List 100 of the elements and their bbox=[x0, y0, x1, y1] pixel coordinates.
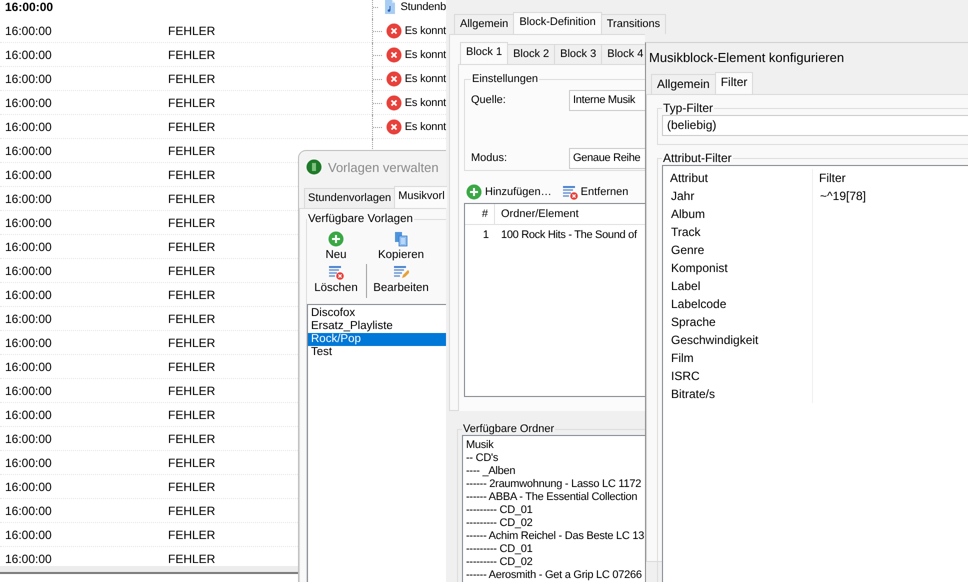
column-header[interactable]: # bbox=[465, 204, 495, 224]
status-cell: FEHLER bbox=[168, 144, 216, 158]
table-cell: Film bbox=[663, 349, 813, 367]
time-cell-text: 16:00:00 bbox=[4, 360, 52, 374]
table-cell: Label bbox=[663, 277, 813, 295]
table-cell-text: 1 bbox=[482, 229, 490, 241]
toolbar-button[interactable]: Löschen bbox=[314, 264, 358, 298]
time-cell-text: 16:00:00 bbox=[4, 552, 52, 566]
time-cell-text: 16:00:00 bbox=[4, 0, 54, 14]
time-cell-text: 16:00:00 bbox=[4, 336, 52, 350]
list-delete-icon bbox=[328, 264, 344, 280]
table-cell: Geschwindigkeit bbox=[663, 331, 813, 349]
plus-icon bbox=[328, 231, 344, 247]
error-icon bbox=[386, 95, 402, 111]
time-cell-text: 16:00:00 bbox=[4, 312, 52, 326]
dropdown[interactable]: (beliebig) bbox=[662, 115, 968, 136]
time-cell-text: 16:00:00 bbox=[4, 216, 52, 230]
list-item[interactable]: Test bbox=[308, 346, 447, 359]
tab[interactable]: Block 3 bbox=[554, 44, 602, 64]
list-item[interactable]: ------ 2raumwohnung - Lasso LC 1172 bbox=[466, 478, 645, 491]
list-item[interactable]: Ersatz_Playliste bbox=[308, 320, 447, 333]
list-item[interactable]: --------- CD_02 bbox=[466, 556, 645, 569]
list-item[interactable]: ------ Aerosmith - Get a Grip LC 07266 bbox=[466, 569, 645, 582]
time-cell-text: 16:00:00 bbox=[4, 24, 52, 38]
toolbar-button[interactable]: Neu bbox=[325, 231, 347, 262]
time-cell-text: 16:00:00 bbox=[4, 288, 52, 302]
time-cell-text: 16:00:00 bbox=[4, 144, 52, 158]
group-title: Verfügbare Ordner bbox=[462, 423, 556, 435]
status-cell: FEHLER bbox=[168, 96, 216, 110]
status-cell: FEHLER bbox=[168, 336, 216, 350]
list-item[interactable]: Rock/Pop bbox=[308, 333, 447, 346]
status-cell: FEHLER bbox=[168, 384, 216, 398]
list-item[interactable]: --------- CD_01 bbox=[466, 504, 645, 517]
tab[interactable]: Filter bbox=[714, 72, 754, 94]
table-cell: Sprache bbox=[663, 313, 813, 331]
plus-icon bbox=[466, 184, 482, 200]
time-cell-text: 16:00:00 bbox=[4, 168, 52, 182]
status-cell: FEHLER bbox=[168, 432, 216, 446]
tab[interactable]: Allgemein bbox=[651, 74, 716, 94]
tab[interactable]: Block 4 bbox=[601, 44, 645, 64]
list-item[interactable]: --------- CD_01 bbox=[466, 543, 645, 556]
tab[interactable]: Transitions bbox=[600, 14, 666, 34]
time-cell-text: 16:00:00 bbox=[4, 264, 52, 278]
dropdown[interactable]: Genaue Reihe bbox=[569, 148, 645, 168]
toolbar-button[interactable]: Kopieren bbox=[378, 231, 424, 262]
error-icon bbox=[386, 47, 402, 63]
list-item[interactable]: Musik bbox=[466, 439, 645, 452]
group-title: Attribut-Filter bbox=[662, 151, 733, 165]
message-text: Es konnt bbox=[404, 25, 446, 37]
window-title: Musikblock-Element konfigurieren bbox=[649, 50, 844, 65]
toolbar-button[interactable]: Entfernen bbox=[560, 183, 630, 201]
status-cell: FEHLER bbox=[168, 120, 216, 134]
status-cell: FEHLER bbox=[168, 504, 216, 518]
status-cell: FEHLER bbox=[168, 408, 216, 422]
time-cell-text: 16:00:00 bbox=[4, 72, 52, 86]
error-icon bbox=[386, 23, 402, 39]
status-cell: FEHLER bbox=[168, 360, 216, 374]
list-edit-icon bbox=[393, 264, 409, 280]
tab[interactable]: Block 2 bbox=[507, 44, 556, 64]
message-text: Es konnt bbox=[404, 49, 446, 61]
list-item[interactable]: -- CD's bbox=[466, 452, 645, 465]
column-header[interactable]: Filter bbox=[813, 169, 968, 187]
column-header[interactable]: Ordner/Element bbox=[495, 208, 645, 220]
time-cell-text: 16:00:00 bbox=[4, 432, 52, 446]
table-cell: Bitrate/s bbox=[663, 385, 813, 403]
field-label: Modus: bbox=[471, 152, 508, 164]
tab[interactable]: Allgemein bbox=[454, 14, 514, 34]
list-delete-icon bbox=[562, 184, 578, 200]
message-text: Es konnt bbox=[404, 121, 446, 133]
table-cell: Labelcode bbox=[663, 295, 813, 313]
toolbar-button[interactable]: Hinzufügen… bbox=[464, 183, 554, 201]
status-cell: FEHLER bbox=[168, 192, 216, 206]
table-cell-text: ~^19[78] bbox=[819, 188, 868, 205]
status-cell: FEHLER bbox=[168, 72, 216, 86]
tab[interactable]: Musikvorl bbox=[394, 186, 447, 208]
toolbar-button[interactable]: Bearbeiten bbox=[373, 264, 429, 298]
tab[interactable]: Block 1 bbox=[460, 42, 508, 64]
status-cell: FEHLER bbox=[168, 168, 216, 182]
list-item[interactable]: --------- CD_02 bbox=[466, 517, 645, 530]
list-item[interactable]: ------ ABBA - The Essential Collection bbox=[466, 491, 645, 504]
table-cell: Track bbox=[663, 223, 813, 241]
status-cell: FEHLER bbox=[168, 312, 216, 326]
list-item[interactable]: ---- _Alben bbox=[466, 465, 645, 478]
table-cell: Komponist bbox=[663, 259, 813, 277]
copy-icon bbox=[392, 231, 409, 247]
time-cell-text: 16:00:00 bbox=[4, 528, 52, 542]
tab[interactable]: Stundenvorlagen bbox=[304, 188, 396, 208]
window-title: Vorlagen verwalten bbox=[328, 160, 439, 174]
status-cell: FEHLER bbox=[168, 24, 216, 38]
list-item[interactable]: Discofox bbox=[308, 307, 447, 320]
time-cell-text: 16:00:00 bbox=[4, 384, 52, 398]
status-cell: FEHLER bbox=[168, 240, 216, 254]
status-cell: FEHLER bbox=[168, 288, 216, 302]
dropdown[interactable]: Interne Musik bbox=[569, 90, 645, 110]
list-item[interactable]: ------ Achim Reichel - Das Beste LC 13 bbox=[466, 530, 645, 543]
status-cell: FEHLER bbox=[168, 456, 216, 470]
time-cell-text: 16:00:00 bbox=[4, 504, 52, 518]
tab[interactable]: Block-Definition bbox=[513, 12, 602, 34]
column-header[interactable]: Attribut bbox=[663, 169, 813, 187]
app-icon bbox=[306, 159, 322, 175]
